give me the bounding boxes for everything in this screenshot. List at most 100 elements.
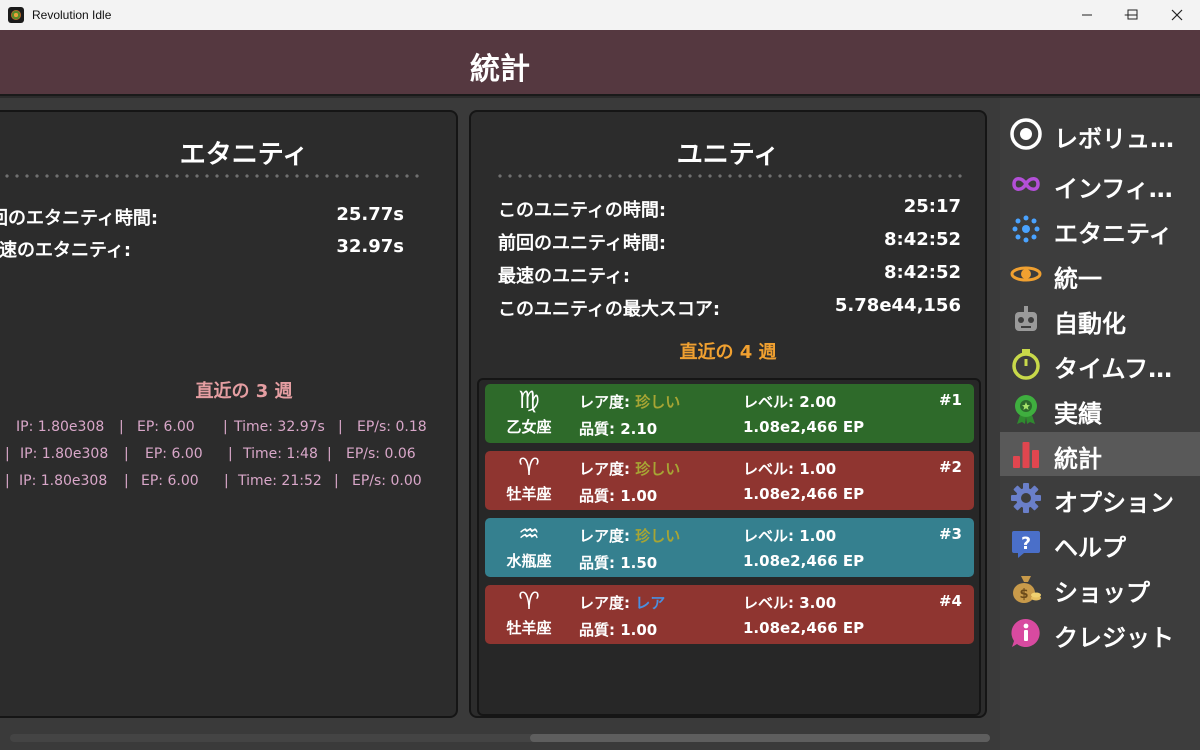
unity-orbit-icon [1010,266,1042,282]
sidebar-item-credits[interactable]: クレジット [1000,611,1200,655]
rec-divider: | [228,446,233,462]
ep-value: 1.08e2,466 EP [743,418,865,436]
sidebar-item-unity[interactable]: 統一 [1000,252,1200,296]
unity-stat-current: このユニティの時間: 25:17 [498,196,961,222]
zodiac-icon: ♍ [518,386,540,414]
rec-divider: | [5,473,10,489]
rec-ip: IP: 1.80e308 [19,473,108,489]
rec-divider: | [338,419,343,435]
zodiac-name: 牡羊座 [506,619,552,637]
horizontal-scrollbar[interactable] [10,734,990,742]
unity-title: ユニティ [676,140,780,170]
rec-divider: | [124,473,129,489]
rec-divider: | [124,446,129,462]
sidebar-item-label: レボリュ… [1054,125,1174,153]
unity-card: ♈ 牡羊座 レア度: レア 品質: 1.00 レベル: 3.00 1.08e2,… [485,585,974,644]
sidebar-item-help[interactable]: ? ヘルプ [1000,521,1200,565]
maximize-icon[interactable] [1127,9,1139,21]
stat-label: 最速のエタニティ: [0,240,132,261]
rec-time: Time: 21:52 [238,473,322,489]
sidebar-item-options[interactable]: オプション [1000,476,1200,520]
unity-card: ♍ 乙女座 レア度: 珍しい 品質: 2.10 レベル: 2.00 1.08e2… [485,384,974,443]
zodiac-name: 乙女座 [506,418,552,436]
sidebar-item-automation[interactable]: 自動化 [1000,297,1200,341]
infinity-icon [1012,177,1040,191]
help-icon: ? [1012,531,1040,558]
eternity-divider [2,174,422,178]
eternity-stat-fastest: 最速のエタニティ: 32.97s [0,236,430,262]
stats-content[interactable]: エタニティ 前回のエタニティ時間: 25.77s 最速のエタニティ: 32.97… [0,98,1000,750]
quality: 品質: 1.00 [579,621,658,639]
rec-divider: | [334,473,339,489]
sidebar-item-label: クレジット [1054,624,1174,652]
sidebar-item-label: エタニティ [1054,220,1173,248]
close-icon[interactable] [1171,9,1183,21]
sidebar-item-statistics[interactable]: 統計 [1000,432,1200,476]
robot-icon [1015,306,1037,331]
sidebar-nav: レボリュ… インフィ… エタニティ 統一 自動化 タイムフ… 実績 統計 オプシ… [1000,98,1200,750]
rarity-value: 珍しい [635,393,681,411]
zodiac-name: 水瓶座 [506,552,552,570]
rarity-value: レア [635,594,666,612]
rank: #3 [938,525,962,543]
sidebar-item-achievements[interactable]: 実績 [1000,387,1200,431]
sidebar-item-revolution[interactable]: レボリュ… [1000,112,1200,156]
info-icon [1011,618,1040,647]
unity-stat-max-score: このユニティの最大スコア: 5.78e44,156 [498,295,961,321]
unity-recent-list[interactable]: ♍ 乙女座 レア度: 珍しい 品質: 2.10 レベル: 2.00 1.08e2… [477,378,981,716]
sidebar-item-label: インフィ… [1054,175,1173,203]
unity-card: ♈ 牡羊座 レア度: 珍しい 品質: 1.00 レベル: 1.00 1.08e2… [485,451,974,510]
unity-recent-title: 直近の 4 週 [679,342,777,363]
rec-eps: EP/s: 0.06 [346,446,416,462]
sidebar-item-label: 自動化 [1054,310,1126,338]
unity-card: ♒ 水瓶座 レア度: 珍しい 品質: 1.50 レベル: 1.00 1.08e2… [485,518,974,577]
rec-ep: EP: 6.00 [141,473,199,489]
sidebar-item-infinity[interactable]: インフィ… [1000,162,1200,206]
unity-panel: ユニティ このユニティの時間: 25:17 前回のユニティ時間: 8:42:52… [469,110,987,718]
rec-time: Time: 1:48 [243,446,318,462]
page-header: 統計 [0,30,1200,96]
stat-label: このユニティの時間: [498,200,667,221]
sidebar-item-label: オプション [1054,489,1174,517]
rarity-label: レア度: [579,594,636,612]
minimize-glyph [1082,14,1092,16]
rec-ep: EP: 6.00 [137,419,195,435]
level: レベル: 3.00 [743,594,837,612]
unity-stat-last: 前回のユニティ時間: 8:42:52 [498,229,961,255]
target-icon [1010,118,1042,150]
sidebar-item-label: タイムフ… [1054,355,1173,383]
rec-eps: EP/s: 0.18 [357,419,427,435]
rec-divider: | [5,446,10,462]
rarity-label: レア度: [579,527,636,545]
rarity-label: レア度: [579,460,636,478]
rank: #4 [938,592,962,610]
scrollbar-thumb[interactable] [530,734,990,742]
svg-text:?: ? [1021,534,1031,554]
rec-divider: | [119,419,124,435]
rarity-line: レア度: レア [579,592,665,613]
rec-eps: EP/s: 0.00 [352,473,422,489]
sidebar-item-shop[interactable]: $ ショップ [1000,566,1200,610]
unity-divider [495,174,963,178]
window-title: Revolution Idle [32,8,112,22]
money-bag-icon: $ [1013,576,1041,603]
window-titlebar: Revolution Idle — [0,0,1200,30]
rec-time: Time: 32.97s [234,419,325,435]
rarity-line: レア度: 珍しい [579,525,680,546]
stat-value: 8:42:52 [883,229,961,250]
stat-label: 前回のユニティ時間: [498,233,667,254]
bar-chart-icon [1013,442,1039,468]
page-title: 統計 [470,52,530,87]
sidebar-item-eternity[interactable]: エタニティ [1000,207,1200,251]
rec-ep: EP: 6.00 [145,446,203,462]
sidebar-item-timeflux[interactable]: タイムフ… [1000,342,1200,386]
zodiac-icon: ♒ [518,520,540,548]
eternity-recent-row: IP: 1.80e308 | EP: 6.00 | Time: 32.97s |… [0,419,456,441]
eternity-stat-last: 前回のエタニティ時間: 25.77s [0,204,430,230]
sidebar-item-label: ショップ [1054,579,1150,607]
level: レベル: 1.00 [743,460,837,478]
eternity-title: エタニティ [179,140,309,170]
quality: 品質: 1.00 [579,487,658,505]
stat-value: 5.78e44,156 [834,295,961,316]
unity-stat-fastest: 最速のユニティ: 8:42:52 [498,262,961,288]
